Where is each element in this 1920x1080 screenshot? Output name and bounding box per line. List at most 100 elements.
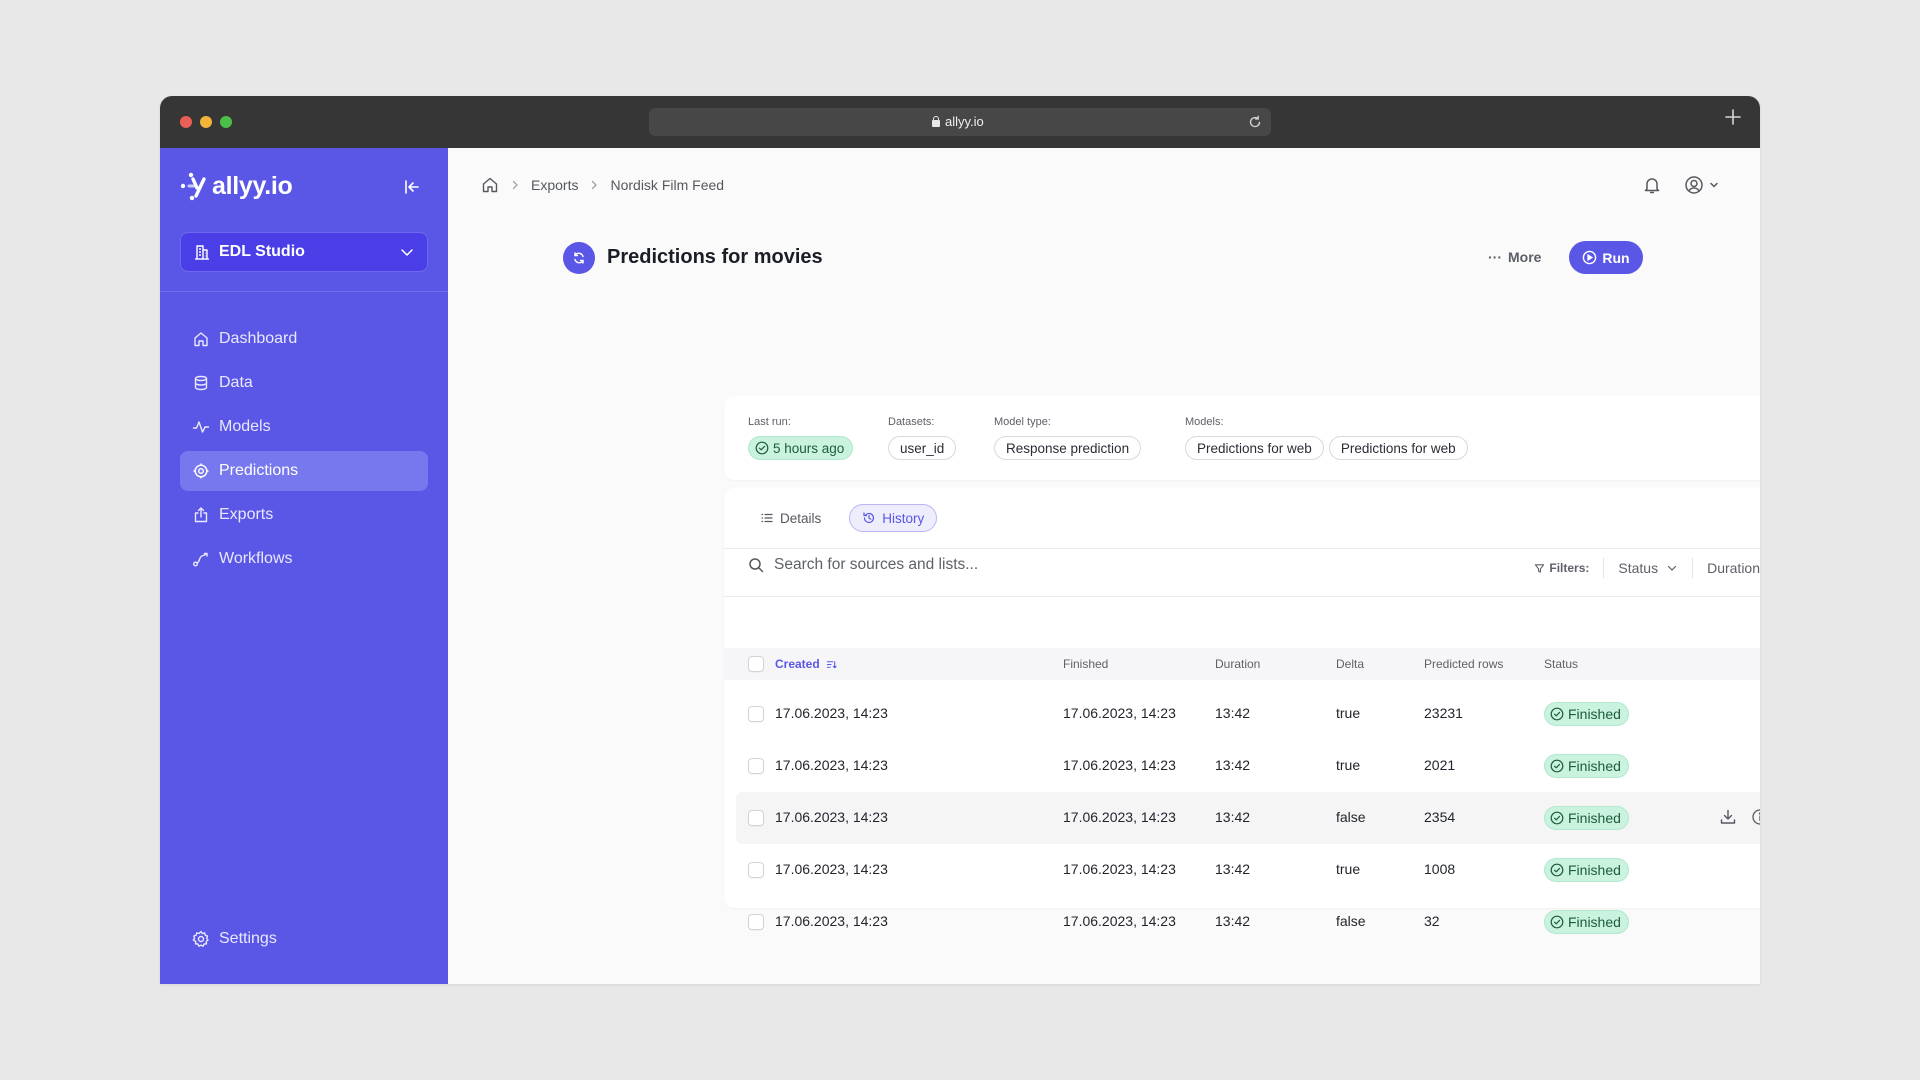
column-created[interactable]: Created [775, 657, 837, 671]
sidebar-divider [160, 291, 448, 292]
breadcrumb-exports[interactable]: Exports [531, 177, 578, 193]
cell-finished: 17.06.2023, 14:23 [1063, 861, 1176, 877]
cell-created: 17.06.2023, 14:23 [775, 913, 888, 929]
search-bar [748, 556, 1154, 574]
table-header: Created Finished Duration Delta Predicte… [724, 648, 1760, 680]
sidebar-item-label: Settings [219, 930, 277, 947]
last-run-group: Last run: 5 hours ago [748, 416, 854, 460]
cell-delta: true [1336, 861, 1361, 877]
table-body: 17.06.2023, 14:23 17.06.2023, 14:23 13:4… [736, 688, 1760, 948]
status-badge: Finished [1544, 806, 1629, 830]
sidebar-item-label: Workflows [219, 550, 293, 567]
table-row[interactable]: 17.06.2023, 14:23 17.06.2023, 14:23 13:4… [736, 740, 1760, 792]
table-row[interactable]: 17.06.2023, 14:23 17.06.2023, 14:23 13:4… [736, 792, 1760, 844]
row-checkbox[interactable] [748, 758, 764, 774]
reload-icon[interactable] [1247, 114, 1263, 130]
cell-delta: false [1336, 913, 1366, 929]
browser-window: allyy.io allyy.io EDL Studio Dashboard D… [160, 96, 1760, 984]
run-button[interactable]: Run [1569, 241, 1643, 274]
duration-filter-dropdown[interactable]: Duration [1707, 560, 1760, 576]
row-checkbox[interactable] [748, 810, 764, 826]
cell-finished: 17.06.2023, 14:23 [1063, 809, 1176, 825]
predictions-badge [563, 242, 595, 274]
tab-details[interactable]: Details [748, 504, 833, 532]
datasets-label: Datasets: [888, 416, 935, 428]
sidebar-item-settings[interactable]: Settings [180, 919, 428, 959]
cell-duration: 13:42 [1215, 913, 1251, 929]
search-divider [724, 596, 1760, 597]
more-button[interactable]: ··· More [1488, 249, 1541, 265]
column-duration[interactable]: Duration [1215, 657, 1260, 671]
address-bar[interactable]: allyy.io [649, 108, 1271, 136]
cell-predicted-rows: 32 [1424, 913, 1440, 929]
row-checkbox[interactable] [748, 914, 764, 930]
status-filter-dropdown[interactable]: Status [1618, 560, 1678, 576]
chevron-down-icon [401, 249, 413, 256]
chevron-right-icon [512, 180, 518, 190]
column-delta[interactable]: Delta [1336, 657, 1364, 671]
table-row[interactable]: 17.06.2023, 14:23 17.06.2023, 14:23 13:4… [736, 688, 1760, 740]
user-circle-icon [1685, 176, 1703, 194]
model-chip[interactable]: Predictions for web [1328, 436, 1468, 460]
close-window-button[interactable] [180, 116, 192, 128]
minimize-window-button[interactable] [200, 116, 212, 128]
last-run-badge: 5 hours ago [748, 436, 854, 460]
logo-mark-icon [180, 172, 206, 201]
cell-duration: 13:42 [1215, 809, 1251, 825]
header-actions [1642, 175, 1720, 195]
row-checkbox[interactable] [748, 862, 764, 878]
breadcrumb-current[interactable]: Nordisk Film Feed [610, 177, 724, 193]
chevron-down-icon [1710, 182, 1718, 188]
info-icon[interactable] [1751, 808, 1760, 826]
last-run-label: Last run: [748, 416, 791, 428]
sidebar-item-exports[interactable]: Exports [180, 495, 428, 535]
column-finished[interactable]: Finished [1063, 657, 1108, 671]
search-input[interactable] [774, 556, 1154, 574]
tab-history[interactable]: History [849, 504, 938, 532]
run-label: Run [1602, 249, 1630, 266]
sidebar-item-label: Models [219, 418, 271, 435]
sidebar-item-predictions[interactable]: Predictions [180, 451, 428, 491]
model-type-label: Model type: [994, 416, 1051, 428]
main-content: Exports Nordisk Film Feed Predictions fo… [448, 148, 1760, 984]
select-all-checkbox[interactable] [748, 656, 764, 672]
row-checkbox[interactable] [748, 706, 764, 722]
sidebar-item-label: Dashboard [219, 330, 298, 347]
column-status[interactable]: Status [1544, 657, 1578, 671]
table-row[interactable]: 17.06.2023, 14:23 17.06.2023, 14:23 13:4… [736, 896, 1760, 948]
sidebar-item-dashboard[interactable]: Dashboard [180, 319, 428, 359]
cell-finished: 17.06.2023, 14:23 [1063, 913, 1176, 929]
check-circle-icon [1550, 915, 1564, 929]
cell-duration: 13:42 [1215, 757, 1251, 773]
history-card: Details History Filters: Status [724, 488, 1760, 934]
page-title: Predictions for movies [607, 246, 823, 268]
home-icon[interactable] [481, 176, 499, 194]
sidebar-item-workflows[interactable]: Workflows [180, 539, 428, 579]
collapse-sidebar-icon[interactable] [403, 178, 421, 196]
maximize-window-button[interactable] [220, 116, 232, 128]
bell-icon[interactable] [1642, 175, 1662, 195]
column-predicted-rows[interactable]: Predicted rows [1424, 657, 1503, 671]
model-chip[interactable]: Predictions for web [1185, 436, 1324, 460]
table-row[interactable]: 17.06.2023, 14:23 17.06.2023, 14:23 13:4… [736, 844, 1760, 896]
cell-predicted-rows: 2354 [1424, 809, 1456, 825]
download-icon[interactable] [1719, 808, 1737, 826]
sidebar-item-data[interactable]: Data [180, 363, 428, 403]
check-circle-icon [1550, 759, 1564, 773]
sidebar-item-models[interactable]: Models [180, 407, 428, 447]
workspace-selector[interactable]: EDL Studio [180, 232, 428, 272]
cell-predicted-rows: 1008 [1424, 861, 1456, 877]
sidebar-item-label: Data [219, 374, 253, 391]
model-type-group: Model type: Response prediction [994, 416, 1142, 460]
sidebar-settings: Settings [180, 919, 428, 963]
cell-finished: 17.06.2023, 14:23 [1063, 757, 1176, 773]
url-text: allyy.io [945, 114, 984, 129]
dataset-chip[interactable]: user_id [888, 436, 957, 460]
new-tab-icon[interactable] [1724, 108, 1742, 126]
history-icon [863, 512, 875, 524]
route-icon [193, 552, 208, 567]
user-menu[interactable] [1684, 175, 1720, 195]
status-badge: Finished [1544, 702, 1629, 726]
brand-logo[interactable]: allyy.io [180, 171, 293, 201]
cell-duration: 13:42 [1215, 705, 1251, 721]
